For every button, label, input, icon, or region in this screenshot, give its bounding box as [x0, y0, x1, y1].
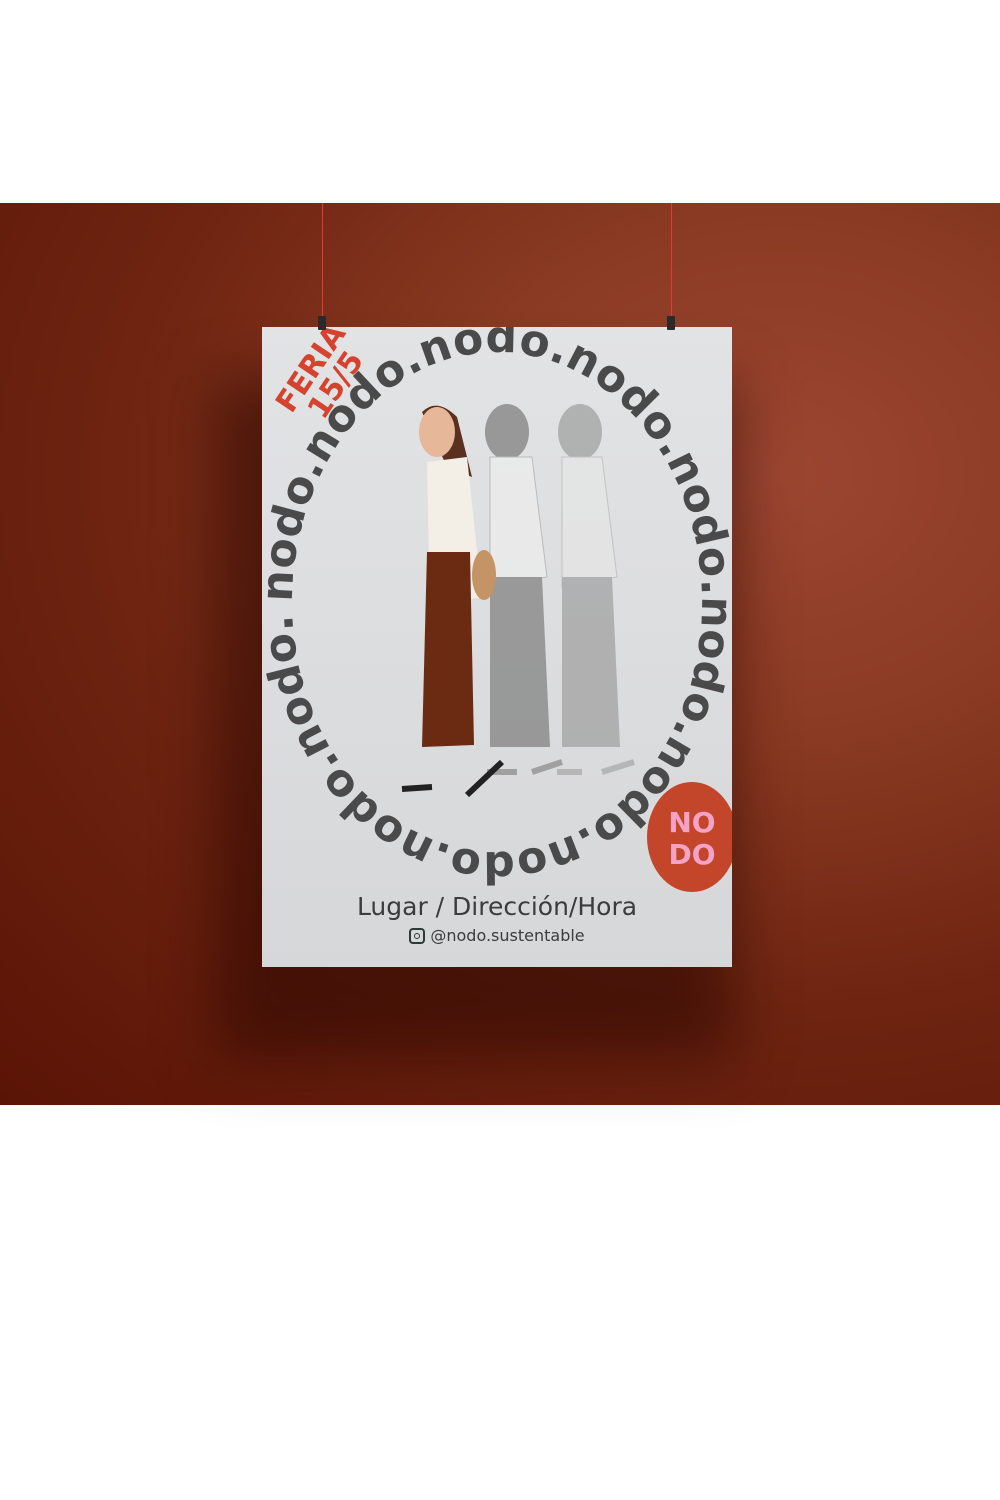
model-figure-ghost-2 — [557, 404, 635, 775]
poster-artwork: nodo.nodo.nodo.nodo.nodo.nodo.nodo.nodo.… — [262, 327, 732, 892]
logo-text-bottom: DO — [668, 838, 715, 871]
clip-right — [667, 316, 675, 330]
place-text: Lugar / Dirección/Hora — [356, 892, 638, 921]
social-handle: @nodo.sustentable — [430, 926, 585, 945]
model-figure — [401, 405, 505, 798]
poster: nodo.nodo.nodo.nodo.nodo.nodo.nodo.nodo.… — [262, 327, 732, 967]
model-figure-ghost-1 — [485, 404, 563, 775]
hanging-string-right — [671, 203, 672, 323]
hanging-string-left — [322, 203, 323, 323]
social-handle-row: @nodo.sustentable — [262, 926, 732, 945]
clip-left — [318, 316, 326, 330]
instagram-icon — [409, 927, 426, 944]
logo-text-top: NO — [668, 806, 715, 839]
